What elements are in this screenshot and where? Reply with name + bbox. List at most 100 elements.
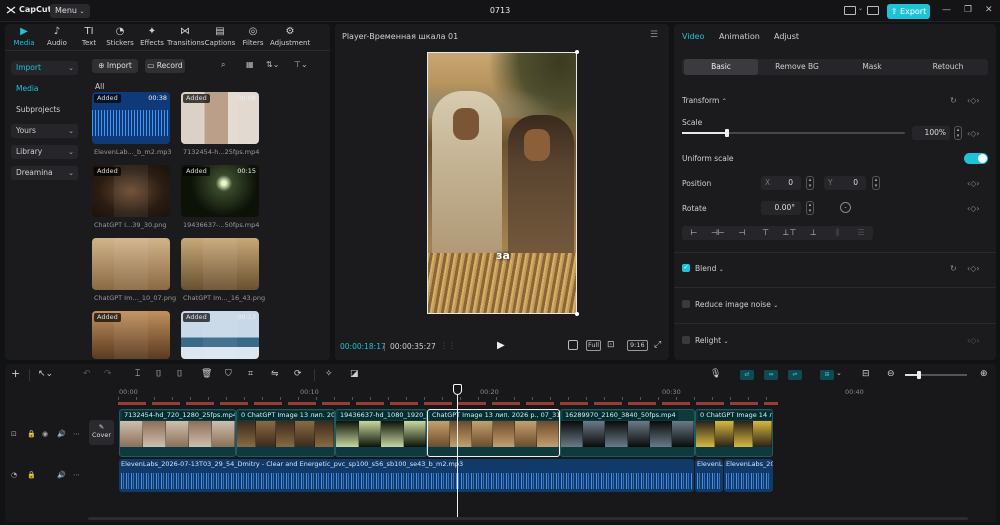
select-tool-icon[interactable]: ↖⌄ — [38, 369, 53, 379]
position-x-stepper[interactable]: ▴ ▾ — [806, 176, 814, 190]
sort-icon[interactable]: ⇅⌄ — [266, 60, 279, 69]
tab-audio[interactable]: ♪ Audio — [39, 26, 75, 47]
eye-icon[interactable]: ◉ — [42, 430, 48, 438]
restore-icon[interactable]: ❐ — [964, 5, 972, 15]
rotate-field[interactable]: 0.00° — [761, 201, 801, 215]
linkage-icon[interactable]: ⇌ — [788, 370, 802, 380]
scale-slider-knob[interactable] — [724, 129, 729, 137]
import-button[interactable]: ⊕ Import — [92, 59, 138, 73]
tab-stickers[interactable]: ◔ Stickers — [102, 26, 138, 47]
split-icon[interactable]: ⌶ — [135, 369, 140, 379]
audio-clip[interactable]: ElevenLabs_2026-07-13T03_29_54_Dmitry - … — [119, 459, 694, 492]
uniform-scale-toggle[interactable] — [964, 153, 988, 164]
zoom-fit-icon[interactable]: ⊡ — [607, 340, 615, 350]
audio-clip[interactable]: ElevenL — [695, 459, 723, 492]
rotate-stepper[interactable]: ▴ ▾ — [806, 201, 814, 215]
relight-checkbox[interactable] — [682, 336, 690, 344]
tab-effects[interactable]: ✦ Effects — [134, 26, 170, 47]
layout-icon[interactable] — [844, 6, 856, 15]
delete-icon[interactable]: 🗑 — [201, 369, 212, 379]
distribute-h-icon[interactable]: ⫼ — [825, 226, 849, 240]
tab-video[interactable]: Video — [682, 32, 704, 41]
align-right-icon[interactable]: ⊣ — [730, 226, 754, 240]
fullscreen-icon[interactable]: ⤢ — [654, 340, 661, 350]
record-button[interactable]: ▭ Record — [145, 59, 185, 73]
caption-track-icon[interactable]: ⊟ — [862, 369, 870, 379]
media-item[interactable] — [181, 238, 259, 290]
video-clip[interactable]: ChatGPT Image 13 лип. 2026 р., 07_31_16.… — [427, 409, 560, 457]
filter-icon[interactable]: ⊤⌄ — [294, 60, 308, 69]
rotate-keyframe-icon[interactable]: ‹◇› — [967, 204, 980, 213]
sidebar-item-media[interactable]: Media — [11, 82, 78, 96]
blend-section[interactable]: Blend ⌄ — [695, 264, 724, 273]
add-track-icon[interactable]: + — [11, 367, 20, 380]
mirror-icon[interactable]: ⇋ — [271, 369, 279, 379]
scale-slider-track[interactable] — [682, 129, 905, 137]
video-clip[interactable]: 19436637-hd_1080_1920_50fr — [335, 409, 427, 457]
blend-keyframe-icon[interactable]: ‹◇› — [967, 264, 980, 273]
audio-clip[interactable]: ElevenLabs_202 — [724, 459, 773, 492]
zoom-in-icon[interactable]: ⊕ — [980, 369, 988, 379]
grid-view-icon[interactable]: ▦ — [246, 60, 254, 69]
close-icon[interactable]: ✕ — [985, 5, 993, 15]
blend-checkbox[interactable]: ✓ — [682, 264, 690, 272]
sidebar-item-import[interactable]: Import ⌄ — [11, 61, 78, 75]
snapshot-icon[interactable] — [568, 340, 578, 350]
reset-icon[interactable]: ↻ — [950, 96, 957, 105]
rotate-dial-icon[interactable]: - — [840, 202, 851, 213]
play-icon[interactable]: ▶ — [497, 340, 505, 351]
more-icon[interactable]: ⋯ — [73, 471, 80, 479]
playhead-line[interactable] — [457, 395, 458, 520]
zoom-slider-knob[interactable] — [917, 371, 921, 379]
tab-adjustment[interactable]: ⚙ Adjustment — [270, 26, 310, 47]
crop-icon[interactable]: ⌗ — [248, 369, 253, 379]
axis-dropdown-icon[interactable]: ⌄ — [836, 369, 842, 377]
align-left-icon[interactable]: ⊢ — [682, 226, 706, 240]
auto-snap-icon[interactable]: ⇹ — [764, 370, 778, 380]
shortcuts-icon[interactable] — [867, 6, 879, 15]
reduce-noise-checkbox[interactable] — [682, 300, 690, 308]
tab-captions[interactable]: ▤ Captions — [202, 26, 238, 47]
scale-stepper[interactable]: ▴ ▾ — [954, 126, 962, 140]
subtab-mask[interactable]: Mask — [835, 59, 909, 75]
media-item[interactable]: Added — [92, 165, 170, 217]
preview-axis-icon[interactable]: ⊞ — [820, 370, 834, 380]
align-vcenter-icon[interactable]: ⊥⊤ — [778, 226, 802, 240]
scale-keyframe-icon[interactable]: ‹◇› — [967, 129, 980, 138]
sidebar-item-yours[interactable]: Yours ⌄ — [11, 124, 78, 138]
main-track-magnet-icon[interactable]: ⇄ — [740, 370, 754, 380]
media-item[interactable]: Added 00:08 — [181, 92, 259, 144]
tab-adjust[interactable]: Adjust — [774, 32, 799, 41]
lock-icon[interactable]: 🔒 — [27, 471, 36, 479]
position-y-stepper[interactable]: ▴ ▾ — [872, 176, 880, 190]
sidebar-item-library[interactable]: Library ⌄ — [11, 145, 78, 159]
full-quality-button[interactable]: Full — [586, 340, 602, 351]
sidebar-item-subprojects[interactable]: Subprojects — [11, 103, 78, 117]
layout-dropdown-icon[interactable]: ⌄ — [858, 5, 863, 12]
subtab-remove-bg[interactable]: Remove BG — [760, 59, 834, 75]
reduce-noise-section[interactable]: Reduce image noise ⌄ — [695, 300, 778, 309]
keyframe-icon[interactable]: ‹◇› — [967, 96, 980, 105]
media-item[interactable]: Added 00:15 — [181, 165, 259, 217]
align-hcenter-icon[interactable]: ⊣⊢ — [706, 226, 730, 240]
speaker-icon[interactable]: 🔊 — [57, 430, 66, 438]
menu-button[interactable]: Menu ⌄ — [50, 4, 90, 18]
relight-keyframe-icon[interactable]: ‹◇› — [967, 336, 980, 345]
subtab-retouch[interactable]: Retouch — [911, 59, 985, 75]
zoom-out-icon[interactable]: ⊖ — [887, 369, 895, 379]
video-clip[interactable]: 0 ChatGPT Image 13 лип. 2026 р — [236, 409, 335, 457]
ai-magic-icon[interactable]: ✧ — [325, 369, 333, 379]
resize-handle-tr[interactable] — [575, 50, 579, 54]
microphone-icon[interactable]: 🎙 — [710, 369, 721, 379]
align-bottom-icon[interactable]: ⊥ — [801, 226, 825, 240]
relight-section[interactable]: Relight ⌄ — [695, 336, 729, 345]
redo-icon[interactable]: ↷ — [104, 369, 112, 379]
video-preview[interactable]: за — [427, 52, 577, 314]
media-item[interactable]: Added 00:13 — [181, 311, 259, 359]
media-item[interactable] — [92, 238, 170, 290]
cover-button[interactable]: ✎ Cover — [89, 420, 114, 445]
adjust-clip-icon[interactable]: ◪ — [350, 369, 359, 379]
align-top-icon[interactable]: ⊤ — [754, 226, 778, 240]
more-icon[interactable]: ⋯ — [73, 430, 80, 438]
video-clip[interactable]: 0 ChatGPT Image 14 лип. 2 — [695, 409, 773, 457]
